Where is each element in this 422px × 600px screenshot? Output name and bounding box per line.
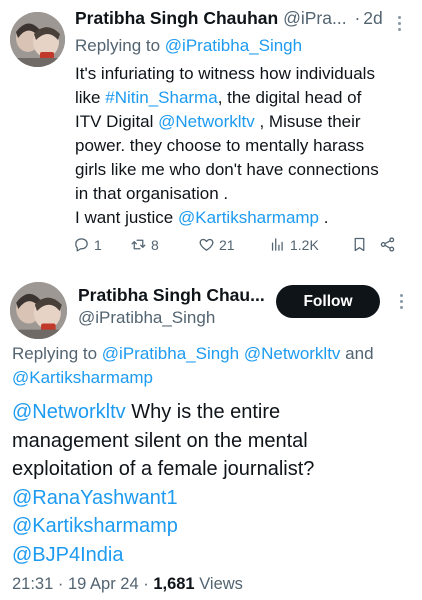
tweet-text: It's infuriating to witness how individu… — [75, 62, 415, 230]
separator: · — [57, 575, 64, 593]
mention-link[interactable]: @Kartiksharmamp — [178, 208, 319, 227]
text-line: I want justice @Kartiksharmamp . — [75, 206, 415, 230]
repost-button[interactable]: 8 — [130, 236, 159, 253]
mention-link[interactable]: @BJP4India — [12, 541, 412, 570]
reply-button[interactable]: 1 — [73, 236, 102, 253]
tweet-meta: 21:31 · 19 Apr 24 · 1,681 Views — [12, 575, 243, 594]
reply-count: 1 — [94, 236, 102, 253]
replying-to-handle[interactable]: @Networkltv — [244, 344, 341, 363]
analytics-icon — [271, 238, 283, 251]
tweet-text: @Networkltv Why is the entire management… — [12, 398, 412, 569]
views-label: Views — [199, 575, 243, 593]
views-button[interactable]: 1.2K — [269, 236, 319, 253]
separator: · — [143, 575, 149, 593]
more-options-icon[interactable] — [399, 294, 405, 310]
text-line: ITV Digital @Networkltv , Misuse their — [75, 110, 415, 134]
text-fragment: Why is the entire — [125, 401, 281, 423]
separator: · — [354, 8, 361, 28]
views-count: 1,681 — [153, 575, 195, 593]
text-fragment: like — [75, 88, 106, 107]
text-line: @Networkltv Why is the entire — [12, 398, 412, 427]
text-line: like #Nitin_Sharma, the digital head of — [75, 86, 415, 110]
mention-link[interactable]: @Kartiksharmamp — [12, 512, 412, 541]
replying-to-and: and — [345, 344, 374, 363]
author-name[interactable]: Pratibha Singh Chau... — [78, 285, 265, 306]
text-fragment: I want justice — [75, 208, 178, 227]
timestamp[interactable]: 2d — [363, 8, 382, 28]
tweet-2[interactable]: Pratibha Singh Chau... @iPratibha_Singh … — [0, 270, 422, 600]
follow-button[interactable]: Follow — [276, 285, 380, 318]
text-line: girls like me who don't have connections — [75, 160, 379, 179]
author-name[interactable]: Pratibha Singh Chauhan — [75, 8, 278, 28]
author-handle[interactable]: @iPra... — [283, 8, 346, 28]
text-fragment: ITV Digital — [75, 112, 159, 131]
replying-to: Replying to @iPratibha_Singh @Networkltv… — [12, 342, 412, 390]
mention-link[interactable]: @Networkltv — [12, 401, 126, 423]
text-line: exploitation of a female journalist? — [12, 458, 315, 480]
mention-link[interactable]: @RanaYashwant1 — [12, 484, 412, 513]
replying-to-handle[interactable]: @Kartiksharmamp — [12, 368, 153, 387]
replying-to-handle[interactable]: @iPratibha_Singh — [165, 36, 302, 55]
reply-icon — [75, 238, 88, 252]
bookmark-button[interactable] — [351, 236, 368, 253]
more-options-icon[interactable] — [397, 16, 403, 32]
post-time[interactable]: 21:31 — [12, 575, 53, 593]
view-count: 1.2K — [290, 236, 319, 253]
hashtag-link[interactable]: #Nitin_Sharma — [105, 88, 217, 107]
like-button[interactable]: 21 — [198, 236, 235, 253]
share-button[interactable] — [379, 236, 396, 253]
heart-icon — [199, 238, 214, 251]
replying-to-label: Replying to — [75, 36, 161, 55]
mention-link[interactable]: @Networkltv — [158, 112, 255, 131]
share-icon — [380, 237, 395, 252]
text-fragment: . — [319, 208, 329, 227]
replying-to-label: Replying to — [12, 344, 98, 363]
bookmark-icon — [354, 237, 365, 252]
replying-to: Replying to @iPratibha_Singh — [75, 36, 302, 56]
author-avatar[interactable] — [10, 282, 67, 339]
text-line: management silent on the mental — [12, 429, 308, 452]
text-line: It's infuriating to witness how individu… — [75, 64, 375, 83]
tweet-header: Pratibha Singh Chauhan @iPra... · 2d — [75, 8, 415, 34]
author-avatar[interactable] — [10, 12, 65, 67]
text-fragment: , the digital head of — [217, 88, 362, 107]
text-line: in that organisation . — [75, 184, 229, 203]
text-line: power. they choose to mentally harass — [75, 136, 365, 155]
tweet-actions: 1 8 21 1.2K — [73, 236, 413, 258]
replying-to-handle[interactable]: @iPratibha_Singh — [102, 344, 239, 363]
text-fragment: , Misuse their — [254, 112, 361, 131]
repost-icon — [131, 239, 146, 250]
repost-count: 8 — [151, 236, 159, 253]
like-count: 21 — [219, 236, 235, 253]
author-handle[interactable]: @iPratibha_Singh — [78, 308, 215, 328]
tweet-1[interactable]: Pratibha Singh Chauhan @iPra... · 2d Repl… — [0, 0, 422, 262]
post-date[interactable]: 19 Apr 24 — [68, 575, 139, 593]
